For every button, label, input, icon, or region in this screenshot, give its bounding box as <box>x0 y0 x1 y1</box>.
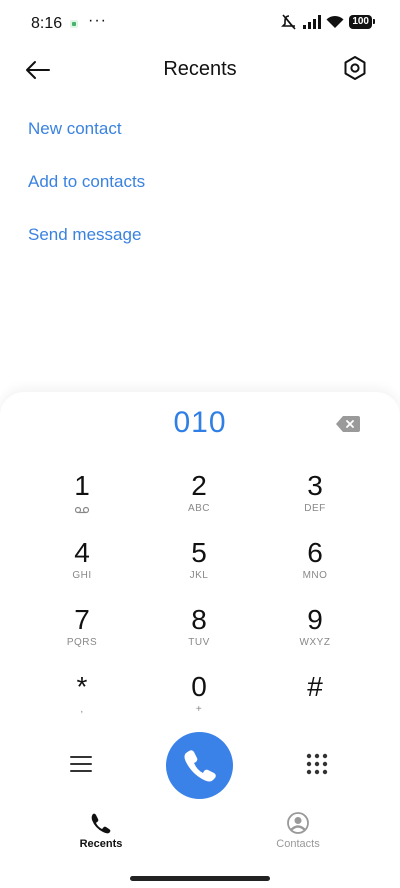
key-digit: 9 <box>307 604 323 635</box>
key-digit: 2 <box>191 470 207 501</box>
key-digit: # <box>307 671 323 702</box>
key-letters: PQRS <box>66 637 98 648</box>
key-4[interactable]: 4 GHI <box>27 537 137 593</box>
key-digit: 7 <box>74 604 90 635</box>
wifi-icon <box>326 15 344 28</box>
key-9[interactable]: 9 WXYZ <box>260 604 370 660</box>
key-0[interactable]: 0 + <box>144 671 254 727</box>
tab-recents[interactable]: Recents <box>41 812 161 850</box>
new-contact-link[interactable]: New contact <box>28 114 145 167</box>
dialpad-toggle-button[interactable] <box>305 752 329 776</box>
add-to-contacts-link[interactable]: Add to contacts <box>28 167 145 220</box>
key-3[interactable]: 3 DEF <box>260 470 370 526</box>
key-1[interactable]: 1 <box>27 470 137 526</box>
key-digit: 0 <box>191 671 207 702</box>
signal-icon <box>303 15 322 29</box>
status-bar: 8:16 ··· 100 <box>0 0 400 48</box>
key-digit: 3 <box>307 470 323 501</box>
status-icons: 100 <box>280 14 375 30</box>
key-letters: MNO <box>302 570 328 581</box>
key-8[interactable]: 8 TUV <box>144 604 254 660</box>
app-header: Recents <box>0 48 400 92</box>
dialer-panel: 010 1 2 ABC 3 DEF 4 GHI 5 JKL 6 MNO 7 PQ… <box>0 392 400 888</box>
tab-label: Contacts <box>276 838 320 850</box>
backspace-button[interactable] <box>336 416 360 432</box>
key-letters: + <box>195 704 203 715</box>
bottom-tab-bar: Recents Contacts <box>0 812 400 862</box>
settings-button[interactable] <box>342 55 372 85</box>
battery-icon: 100 <box>349 15 375 29</box>
backspace-icon <box>336 416 360 432</box>
key-letters: GHI <box>72 570 92 581</box>
phone-icon <box>184 750 216 782</box>
more-notifications-icon: ··· <box>88 12 107 29</box>
tab-label: Recents <box>79 838 123 850</box>
key-letters: DEF <box>304 503 326 514</box>
key-hash[interactable]: # <box>260 671 370 727</box>
key-6[interactable]: 6 MNO <box>260 537 370 593</box>
voicemail-icon <box>74 506 90 514</box>
gear-icon <box>344 56 366 80</box>
notification-app-icon <box>70 20 78 28</box>
call-button[interactable] <box>166 732 233 799</box>
key-digit: 8 <box>191 604 207 635</box>
person-icon <box>287 812 309 834</box>
dialpad-grid-icon <box>306 753 328 775</box>
key-5[interactable]: 5 JKL <box>144 537 254 593</box>
key-digit: 1 <box>74 470 90 501</box>
key-letters: JKL <box>189 570 209 581</box>
number-actions: New contact Add to contacts Send message <box>28 114 145 273</box>
key-2[interactable]: 2 ABC <box>144 470 254 526</box>
tab-contacts[interactable]: Contacts <box>238 812 358 850</box>
key-digit: 6 <box>307 537 323 568</box>
key-star[interactable]: * , <box>27 671 137 727</box>
key-digit: 5 <box>191 537 207 568</box>
key-letters: , <box>80 704 84 715</box>
key-letters: ABC <box>187 503 211 514</box>
phone-icon <box>91 813 111 834</box>
home-indicator[interactable] <box>130 876 270 881</box>
key-letters: WXYZ <box>299 637 331 648</box>
status-time: 8:16 <box>31 15 63 32</box>
key-letters: TUV <box>188 637 210 648</box>
page-title: Recents <box>163 58 237 80</box>
key-7[interactable]: 7 PQRS <box>27 604 137 660</box>
key-digit: 4 <box>74 537 90 568</box>
vibrate-icon <box>281 14 296 30</box>
hamburger-menu-icon <box>70 756 92 772</box>
send-message-link[interactable]: Send message <box>28 220 145 273</box>
key-digit: * <box>76 671 88 702</box>
menu-button[interactable] <box>70 754 96 776</box>
dialer-controls <box>0 732 400 800</box>
